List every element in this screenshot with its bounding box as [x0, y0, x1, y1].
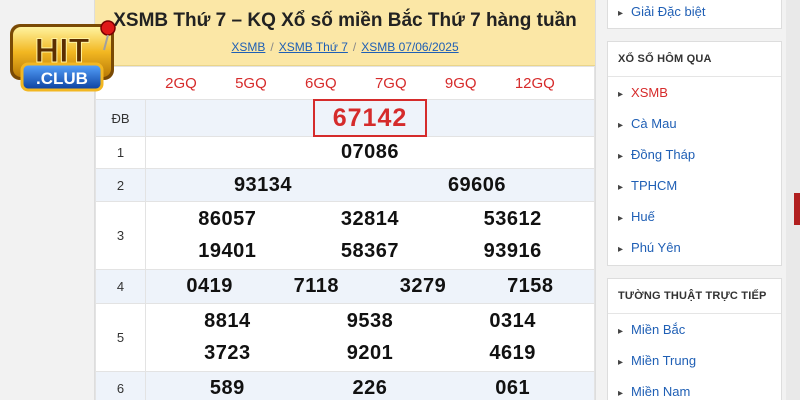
prize-number: 93916	[483, 240, 542, 262]
sidebar-heading: XỔ SỐ HÔM QUA	[608, 42, 781, 77]
sidebar-item-phu-yen[interactable]: ▸ Phú Yên	[608, 232, 781, 265]
prize-label: 1	[95, 136, 146, 169]
prize-row-6: 6 589 226 061	[95, 371, 595, 400]
bullet-icon: ▸	[618, 213, 624, 224]
tab-6gq[interactable]: 6GQ	[305, 75, 337, 92]
prize-label: 3	[95, 201, 146, 270]
prize-label: 6	[95, 371, 146, 400]
prize-number: 0419	[186, 275, 233, 297]
prize-number: 19401	[198, 240, 257, 262]
results-table: 2GQ 5GQ 6GQ 7GQ 9GQ 12GQ ĐB 67142 1 0708…	[95, 66, 595, 400]
bullet-icon: ▸	[618, 151, 624, 162]
sidebar-item-hue[interactable]: ▸ Huế	[608, 201, 781, 232]
prize-number: 69606	[447, 173, 507, 196]
breadcrumb-separator: /	[270, 40, 274, 54]
prize-row-1: 1 07086	[95, 136, 595, 169]
prize-number: 4619	[489, 342, 536, 364]
special-prize-number: 67142	[312, 99, 428, 137]
draw-tabs: 2GQ 5GQ 6GQ 7GQ 9GQ 12GQ	[96, 75, 594, 92]
prize-number: 061	[495, 377, 531, 399]
sidebar-item-ca-mau[interactable]: ▸ Cà Mau	[608, 108, 781, 139]
svg-text:.CLUB: .CLUB	[36, 69, 88, 88]
prize-number: 93134	[233, 173, 293, 196]
sidebar-box-yesterday: XỔ SỐ HÔM QUA ▸ XSMB ▸ Cà Mau ▸ Đồng Tháp ▸…	[607, 41, 782, 266]
sidebar-heading: TƯỜNG THUẬT TRỰC TIẾP	[608, 279, 781, 314]
results-panel: XSMB Thứ 7 – KQ Xổ số miền Bắc Thứ 7 hàn…	[94, 0, 596, 400]
prize-row-5: 5 8814 9538 0314 3723 9201 4619	[95, 303, 595, 372]
prize-row-3: 3 86057 32814 53612 19401 58367 93916	[95, 201, 595, 270]
prize-number: 589	[209, 377, 245, 399]
prize-row-2: 2 93134 69606	[95, 168, 595, 202]
tab-7gq[interactable]: 7GQ	[375, 75, 407, 92]
breadcrumb: XSMB / XSMB Thứ 7 / XSMB 07/06/2025	[95, 40, 595, 54]
prize-number: 7158	[507, 275, 554, 297]
breadcrumb-separator: /	[352, 40, 357, 54]
prize-number: 0314	[489, 310, 536, 332]
sidebar-item-mien-bac[interactable]: ▸ Miền Bắc	[608, 314, 781, 345]
title-bar: XSMB Thứ 7 – KQ Xổ số miền Bắc Thứ 7 hàn…	[95, 0, 595, 66]
bullet-icon: ▸	[618, 326, 624, 337]
prize-number: 3279	[399, 275, 447, 297]
sidebar: ▸ Giải Đặc biệt XỔ SỐ HÔM QUA ▸ XSMB ▸ Cà M…	[607, 0, 782, 400]
prize-number: 9538	[346, 310, 394, 332]
hit-club-logo[interactable]: HIT .CLUB	[4, 2, 122, 106]
page: HIT .CLUB XSMB Thứ 7 – KQ Xổ số miền Bắc…	[0, 0, 800, 400]
bullet-icon: ▸	[618, 120, 624, 131]
prize-number: 226	[352, 377, 388, 399]
scrollbar-thumb[interactable]	[794, 193, 800, 225]
prize-number: 8814	[204, 310, 251, 332]
sidebar-item-giai-dac-biet[interactable]: ▸ Giải Đặc biệt	[608, 0, 781, 28]
tab-12gq[interactable]: 12GQ	[515, 75, 555, 92]
sidebar-item-tphcm[interactable]: ▸ TPHCM	[608, 170, 781, 201]
bullet-icon: ▸	[618, 8, 624, 19]
sidebar-item-xsmb[interactable]: ▸ XSMB	[608, 77, 781, 108]
page-title: XSMB Thứ 7 – KQ Xổ số miền Bắc Thứ 7 hàn…	[113, 10, 577, 31]
prize-number: 07086	[340, 141, 400, 163]
tab-9gq[interactable]: 9GQ	[445, 75, 477, 92]
bullet-icon: ▸	[618, 182, 624, 193]
bullet-icon: ▸	[618, 89, 624, 100]
sidebar-top-box: ▸ Giải Đặc biệt	[607, 0, 782, 29]
prize-number: 7118	[293, 275, 340, 297]
prize-row-4: 4 0419 7118 3279 7158	[95, 269, 595, 304]
sidebar-item-dong-thap[interactable]: ▸ Đồng Tháp	[608, 139, 781, 170]
bullet-icon: ▸	[618, 357, 624, 368]
sidebar-item-mien-trung[interactable]: ▸ Miền Trung	[608, 345, 781, 376]
prize-label: 5	[95, 303, 146, 372]
prize-number: 58367	[340, 240, 400, 262]
prize-number: 86057	[198, 208, 257, 230]
breadcrumb-date[interactable]: XSMB 07/06/2025	[361, 40, 458, 54]
prize-row-special: ĐB 67142	[95, 99, 595, 137]
prize-number: 32814	[340, 208, 400, 230]
prize-number: 9201	[346, 342, 394, 364]
svg-text:HIT: HIT	[35, 32, 90, 70]
prize-label: 2	[95, 168, 146, 202]
tab-2gq[interactable]: 2GQ	[165, 75, 197, 92]
prize-label: 4	[95, 269, 146, 304]
tabs-row: 2GQ 5GQ 6GQ 7GQ 9GQ 12GQ	[95, 66, 595, 100]
breadcrumb-xsmb[interactable]: XSMB	[231, 40, 265, 54]
bullet-icon: ▸	[618, 388, 624, 399]
tab-5gq[interactable]: 5GQ	[235, 75, 267, 92]
sidebar-box-live: TƯỜNG THUẬT TRỰC TIẾP ▸ Miền Bắc ▸ Miền Tr…	[607, 278, 782, 400]
bullet-icon: ▸	[618, 244, 624, 255]
prize-number: 53612	[483, 208, 542, 230]
breadcrumb-xsmb-thu7[interactable]: XSMB Thứ 7	[279, 40, 348, 54]
sidebar-item-mien-nam[interactable]: ▸ Miền Nam	[608, 376, 781, 400]
prize-number: 3723	[204, 342, 251, 364]
